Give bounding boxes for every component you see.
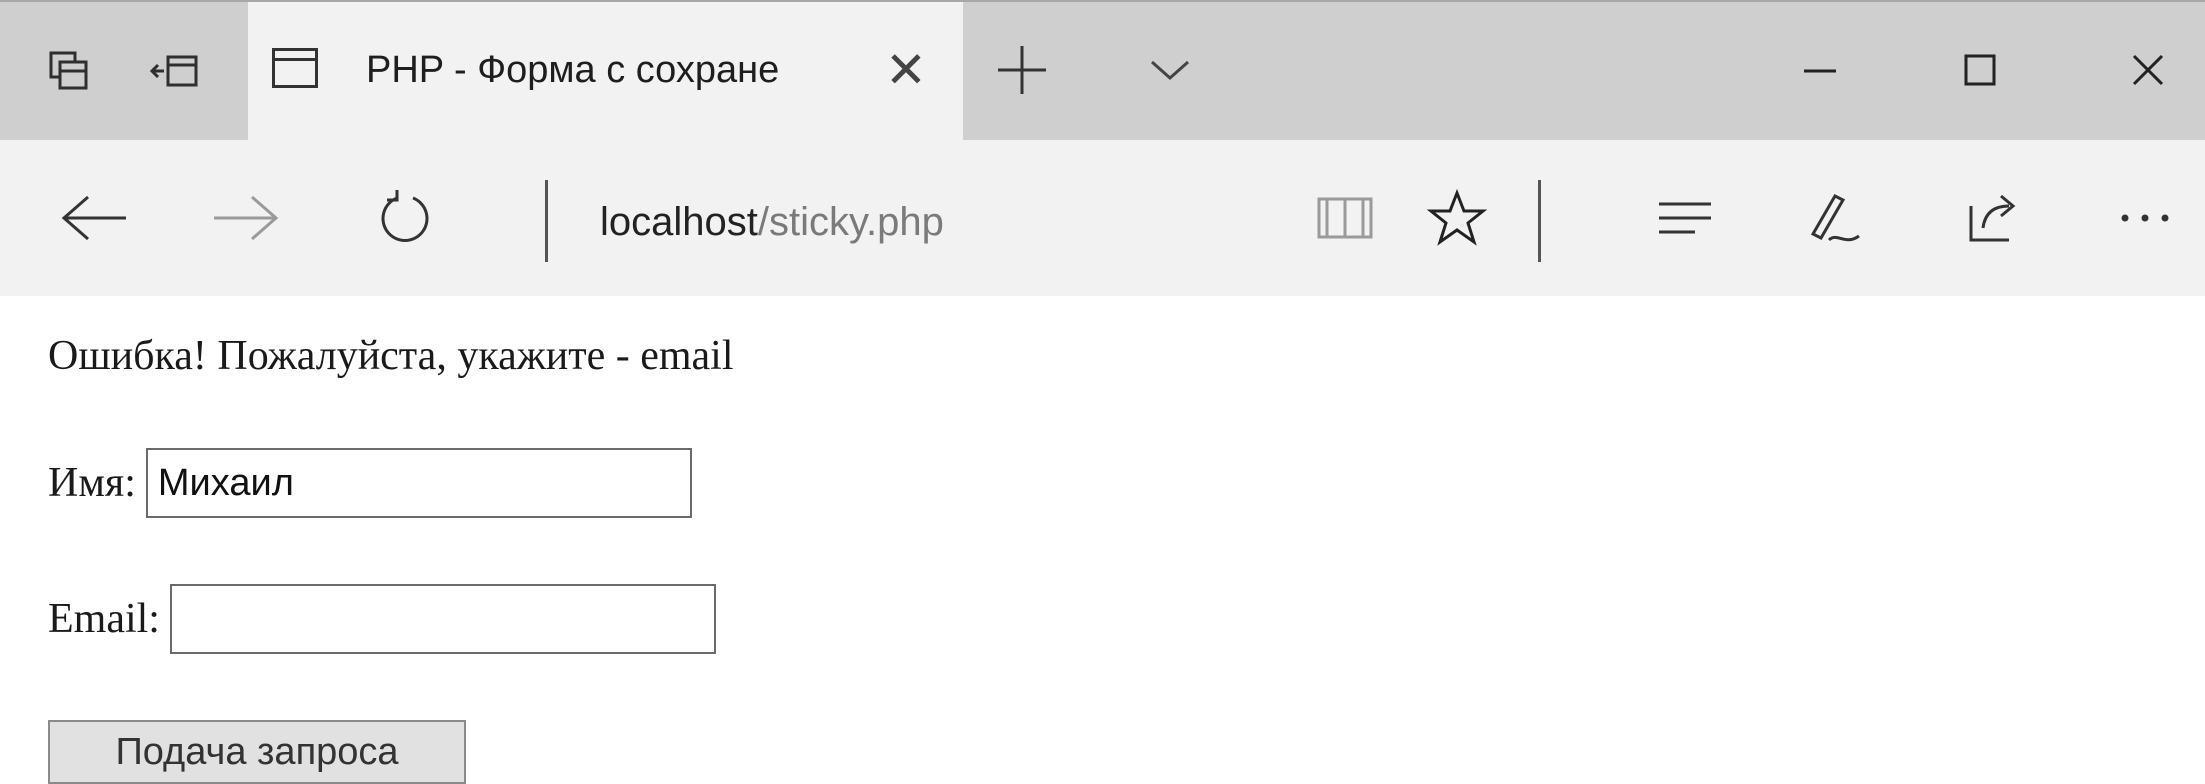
minimize-icon[interactable] — [1780, 30, 1860, 110]
email-input[interactable] — [169, 584, 716, 654]
maximize-icon[interactable] — [1940, 30, 2020, 110]
name-row: Имя: Михаил — [48, 448, 692, 518]
address-field[interactable]: localhost/sticky.php — [600, 192, 944, 252]
submit-button[interactable]: Подача запроса — [48, 720, 466, 784]
page-icon — [272, 48, 318, 88]
separator — [545, 180, 548, 262]
url-path: /sticky.php — [757, 200, 944, 244]
new-tab-button[interactable] — [990, 34, 1054, 106]
tab-title[interactable]: PHP - Форма с сохране — [366, 42, 856, 98]
chevron-down-icon[interactable] — [1140, 38, 1200, 102]
close-icon[interactable] — [2108, 30, 2188, 110]
tab-preview-icon[interactable] — [140, 2, 210, 140]
tab-strip: PHP - Форма с сохране ✕ — [0, 0, 2205, 142]
name-input[interactable]: Михаил — [145, 448, 692, 518]
book-icon[interactable] — [1300, 173, 1390, 263]
arrow-right-icon[interactable] — [200, 173, 290, 263]
arrow-left-icon[interactable] — [50, 173, 140, 263]
email-row: Email: — [48, 584, 716, 654]
star-icon[interactable] — [1412, 173, 1502, 263]
email-label: Email: — [48, 596, 160, 642]
more-icon[interactable] — [2100, 173, 2190, 263]
separator — [1538, 180, 1541, 262]
error-message: Ошибка! Пожалуйста, укажите - email — [48, 333, 734, 379]
share-icon[interactable] — [1950, 173, 2040, 263]
refresh-icon[interactable] — [360, 173, 450, 263]
name-label: Имя: — [48, 460, 136, 506]
hub-icon[interactable] — [1640, 173, 1730, 263]
tabs-aside-icon[interactable] — [34, 2, 104, 140]
tab-close-icon[interactable]: ✕ — [874, 38, 938, 102]
navigation-bar: localhost/sticky.php — [0, 140, 2205, 296]
pen-icon[interactable] — [1790, 173, 1880, 263]
url-host: localhost — [600, 200, 758, 244]
